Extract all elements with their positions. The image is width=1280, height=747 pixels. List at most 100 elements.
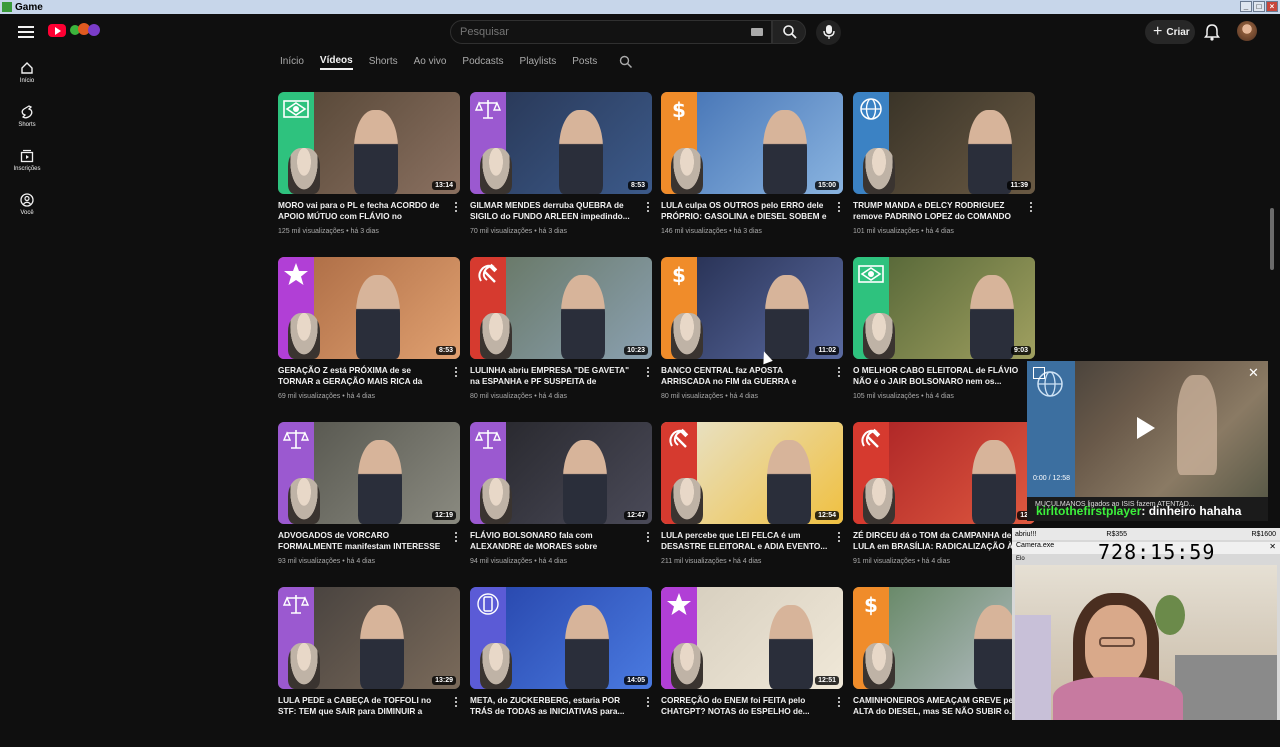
video-title[interactable]: LULA PEDE a CABEÇA de TOFFOLI no STF: TE… <box>278 695 446 717</box>
video-card[interactable]: 8:53 GERAÇÃO Z está PRÓXIMA de se TORNAR … <box>278 257 460 417</box>
video-thumbnail[interactable]: 12 <box>853 422 1035 524</box>
menu-icon[interactable] <box>18 23 34 39</box>
video-title[interactable]: GILMAR MENDES derruba QUEBRA de SIGILO d… <box>470 200 638 222</box>
more-options-icon[interactable] <box>646 532 650 544</box>
search-input[interactable] <box>451 21 731 43</box>
channel-search-icon[interactable] <box>619 55 633 69</box>
miniplayer[interactable]: ✕ 0:00 / 12:58 MUÇULMANOS ligados ao ISI… <box>1027 361 1268 521</box>
video-card[interactable]: $ CAMINHONEIROS AMEAÇAM GREVE pela ALTA d… <box>853 587 1035 747</box>
more-options-icon[interactable] <box>454 697 458 709</box>
more-options-icon[interactable] <box>837 202 841 214</box>
video-title[interactable]: LULA percebe que LEI FELCA é um DESASTRE… <box>661 530 829 552</box>
more-options-icon[interactable] <box>837 697 841 709</box>
video-card[interactable]: 13:29 LULA PEDE a CABEÇA de TOFFOLI no ST… <box>278 587 460 747</box>
video-title[interactable]: LULINHA abriu EMPRESA "DE GAVETA" na ESP… <box>470 365 638 387</box>
video-card[interactable]: 14:05 META, do ZUCKERBERG, estaria POR TR… <box>470 587 652 747</box>
video-duration: 8:53 <box>435 346 456 355</box>
video-card[interactable]: 11:39 TRUMP MANDA e DELCY RODRIGUEZ remov… <box>853 92 1035 252</box>
video-card[interactable]: 10:23 LULINHA abriu EMPRESA "DE GAVETA" n… <box>470 257 652 417</box>
video-duration: 13:14 <box>432 181 456 190</box>
more-options-icon[interactable] <box>837 532 841 544</box>
video-meta: 93 mil visualizações • há 4 dias <box>278 558 375 565</box>
host-portrait <box>671 148 703 194</box>
tab-ao-vivo[interactable]: Ao vivo <box>414 56 447 69</box>
more-options-icon[interactable] <box>837 367 841 379</box>
video-title[interactable]: CAMINHONEIROS AMEAÇAM GREVE pela ALTA do… <box>853 695 1021 717</box>
more-options-icon[interactable] <box>454 532 458 544</box>
more-options-icon[interactable] <box>646 367 650 379</box>
video-card[interactable]: $15:00 LULA culpa OS OUTROS pelo ERRO del… <box>661 92 843 252</box>
video-card[interactable]: 9:03 O MELHOR CABO ELEITORAL de FLÁVIO NÃ… <box>853 257 1035 417</box>
more-options-icon[interactable] <box>454 367 458 379</box>
video-title[interactable]: ZÉ DIRCEU dá o TOM da CAMPANHA de LULA e… <box>853 530 1021 552</box>
search-button[interactable] <box>772 20 806 44</box>
video-thumbnail[interactable]: 12:47 <box>470 422 652 524</box>
host-portrait <box>288 148 320 194</box>
video-title[interactable]: MORO vai para o PL e fecha ACORDO de APO… <box>278 200 446 222</box>
tab-playlists[interactable]: Playlists <box>520 56 557 69</box>
tab-shorts[interactable]: Shorts <box>369 56 398 69</box>
video-title[interactable]: META, do ZUCKERBERG, estaria POR TRÁS de… <box>470 695 638 717</box>
video-card[interactable]: 13:14 MORO vai para o PL e fecha ACORDO d… <box>278 92 460 252</box>
video-duration: 12:47 <box>624 511 648 520</box>
video-thumbnail[interactable]: 13:14 <box>278 92 460 194</box>
video-thumbnail[interactable]: 13:29 <box>278 587 460 689</box>
play-icon[interactable] <box>1137 417 1155 439</box>
minimize-button[interactable]: _ <box>1240 1 1252 12</box>
video-thumbnail[interactable]: 12:54 <box>661 422 843 524</box>
more-options-icon[interactable] <box>454 202 458 214</box>
video-thumbnail[interactable]: 12:19 <box>278 422 460 524</box>
video-card[interactable]: 8:53 GILMAR MENDES derruba QUEBRA de SIGI… <box>470 92 652 252</box>
video-card[interactable]: 12:19 ADVOGADOS de VORCARO FORMALMENTE ma… <box>278 422 460 582</box>
video-title[interactable]: CORREÇÃO do ENEM foi FEITA pelo CHATGPT?… <box>661 695 829 717</box>
tab-posts[interactable]: Posts <box>572 56 597 69</box>
video-thumbnail[interactable]: 8:53 <box>470 92 652 194</box>
tab-videos[interactable]: Vídeos <box>319 55 353 70</box>
more-options-icon[interactable] <box>646 697 650 709</box>
video-title[interactable]: BANCO CENTRAL faz APOSTA ARRISCADA no FI… <box>661 365 829 387</box>
video-card[interactable]: 12:51 CORREÇÃO do ENEM foi FEITA pelo CHA… <box>661 587 843 747</box>
video-title[interactable]: FLÁVIO BOLSONARO fala com ALEXANDRE de M… <box>470 530 638 552</box>
close-window-button[interactable]: × <box>1266 1 1278 12</box>
video-card[interactable]: 12 ZÉ DIRCEU dá o TOM da CAMPANHA de LULA… <box>853 422 1035 582</box>
camera-close-icon[interactable]: ✕ <box>1269 542 1276 551</box>
maximize-button[interactable]: □ <box>1253 1 1265 12</box>
video-thumbnail[interactable]: 10:23 <box>470 257 652 359</box>
tab-podcasts[interactable]: Podcasts <box>462 56 503 69</box>
video-thumbnail[interactable]: $15:00 <box>661 92 843 194</box>
video-thumbnail[interactable]: $11:02 <box>661 257 843 359</box>
bell-icon[interactable] <box>1204 23 1220 41</box>
video-thumbnail[interactable]: 8:53 <box>278 257 460 359</box>
channel-logo[interactable] <box>48 22 104 38</box>
video-thumbnail[interactable]: 12:51 <box>661 587 843 689</box>
video-title[interactable]: ADVOGADOS de VORCARO FORMALMENTE manifes… <box>278 530 446 552</box>
video-thumbnail[interactable]: $ <box>853 587 1035 689</box>
video-title[interactable]: LULA culpa OS OUTROS pelo ERRO dele PRÓP… <box>661 200 829 222</box>
voice-search-button[interactable] <box>816 20 841 45</box>
video-thumbnail[interactable]: 11:39 <box>853 92 1035 194</box>
thumbnail-scene <box>506 587 652 689</box>
tab-inicio[interactable]: Início <box>280 56 304 69</box>
video-title[interactable]: TRUMP MANDA e DELCY RODRIGUEZ remove PAD… <box>853 200 1021 222</box>
sidebar-item-home[interactable]: Início <box>0 50 54 94</box>
sidebar-item-shorts[interactable]: Shorts <box>0 94 54 138</box>
close-icon[interactable]: ✕ <box>1248 366 1260 379</box>
thumbnail-scene <box>506 422 652 524</box>
video-title[interactable]: GERAÇÃO Z está PRÓXIMA de se TORNAR a GE… <box>278 365 446 387</box>
more-options-icon[interactable] <box>646 202 650 214</box>
video-thumbnail[interactable]: 14:05 <box>470 587 652 689</box>
expand-icon[interactable] <box>1033 367 1045 379</box>
video-thumbnail[interactable]: 9:03 <box>853 257 1035 359</box>
video-card[interactable]: 12:47 FLÁVIO BOLSONARO fala com ALEXANDRE… <box>470 422 652 582</box>
scrollbar[interactable] <box>1270 208 1274 270</box>
webcam-feed <box>1015 565 1277 720</box>
sidebar-item-subscriptions[interactable]: Inscrições <box>0 138 54 182</box>
avatar[interactable] <box>1237 21 1257 41</box>
more-options-icon[interactable] <box>1029 202 1033 214</box>
sidebar-item-you[interactable]: Você <box>0 182 54 226</box>
video-card[interactable]: $11:02 BANCO CENTRAL faz APOSTA ARRISCADA… <box>661 257 843 417</box>
create-button[interactable]: + Criar <box>1145 20 1195 44</box>
video-card[interactable]: 12:54 LULA percebe que LEI FELCA é um DES… <box>661 422 843 582</box>
video-title[interactable]: O MELHOR CABO ELEITORAL de FLÁVIO NÃO é … <box>853 365 1021 387</box>
keyboard-icon[interactable] <box>751 28 763 36</box>
